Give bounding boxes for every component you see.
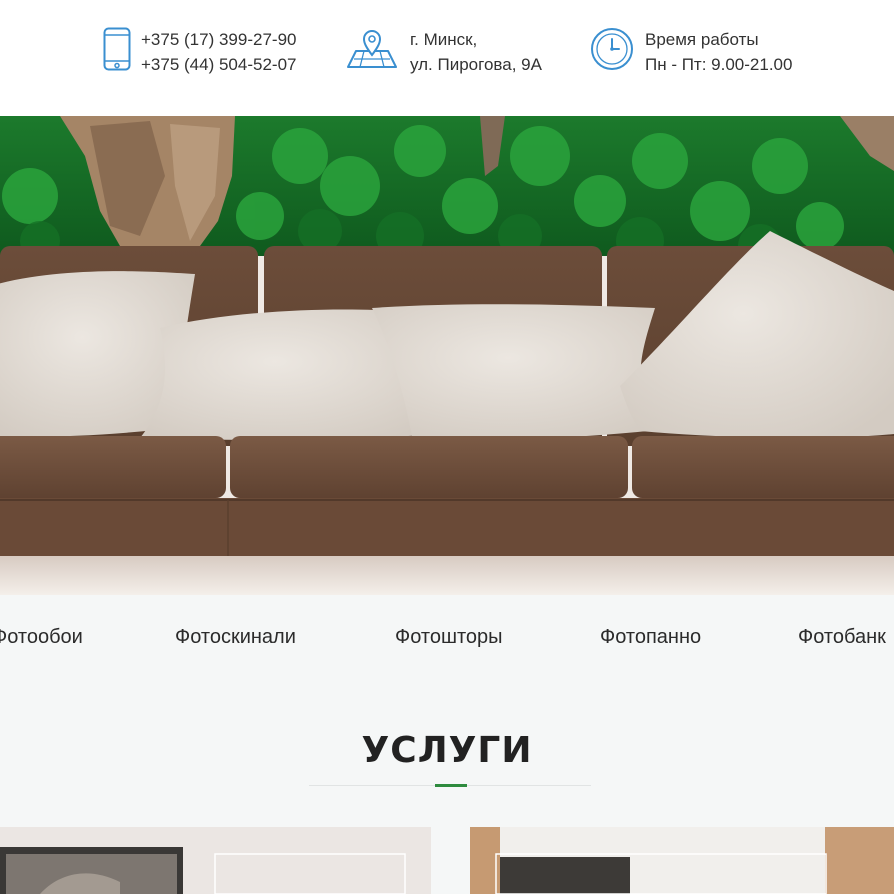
title-accent-bar: [435, 784, 467, 787]
service-card-1-image: [0, 827, 431, 894]
address-street: ул. Пирогова, 9А: [410, 55, 542, 74]
hours-label: Время работы: [645, 30, 759, 49]
nav-link-fotoshtory[interactable]: Фотошторы: [395, 626, 503, 649]
hero-banner: [0, 116, 894, 595]
nav-link-fotooboi[interactable]: Фотообои: [0, 626, 83, 649]
hours-value: Пн - Пт: 9.00-21.00: [645, 55, 793, 74]
service-card-1[interactable]: [0, 827, 431, 894]
nav-link-fotoskinali[interactable]: Фотоскинали: [175, 626, 296, 649]
header-bar: +375 (17) 399-27-90 +375 (44) 504-52-07 …: [0, 0, 894, 116]
contact-hours: Время работы Пн - Пт: 9.00-21.00: [590, 27, 792, 77]
nav-link-fotobank[interactable]: Фотобанк: [798, 626, 886, 649]
nav-link-fotopanno[interactable]: Фотопанно: [600, 626, 701, 649]
phone-number-2[interactable]: +375 (44) 504-52-07: [141, 52, 296, 77]
phone-number-1[interactable]: +375 (17) 399-27-90: [141, 27, 296, 52]
contact-address: г. Минск, ул. Пирогова, 9А: [346, 27, 542, 77]
hero-sofa-image: [0, 116, 894, 595]
service-card-2-image: [470, 827, 894, 894]
contact-phones: +375 (17) 399-27-90 +375 (44) 504-52-07: [103, 27, 296, 77]
map-pin-icon: [346, 27, 398, 71]
category-nav: Фотообои Фотоскинали Фотошторы Фотопанно…: [0, 595, 894, 687]
smartphone-icon: [103, 27, 131, 71]
address-city: г. Минск,: [410, 30, 478, 49]
service-card-2[interactable]: [470, 827, 894, 894]
clock-icon: [590, 27, 634, 71]
services-title: УСЛУГИ: [361, 730, 533, 771]
